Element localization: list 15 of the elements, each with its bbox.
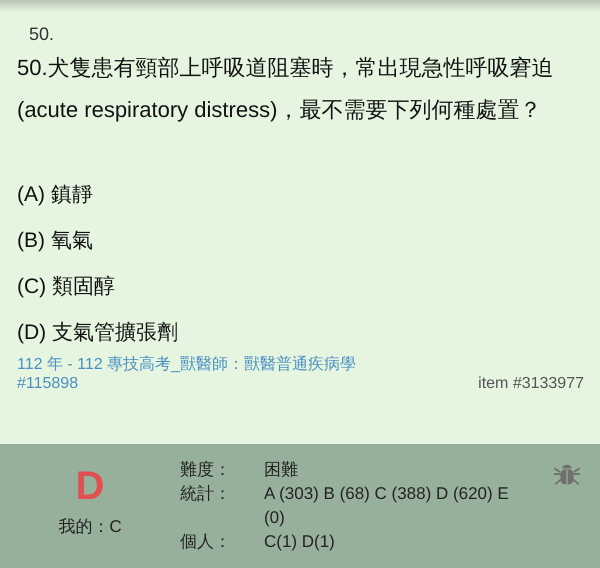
item-id: item #3133977 [478, 375, 584, 393]
question-number: 50. [29, 24, 56, 45]
answer-option[interactable]: (D) 支氣管擴張劑 [17, 315, 178, 350]
stat-label: 個人： [180, 531, 232, 553]
answer-option[interactable]: (B) 氧氣 [17, 223, 93, 258]
correct-answer: D [76, 464, 104, 509]
stat-value: A (303) B (68) C (388) D (620) E (0) [263, 483, 510, 529]
answer-option[interactable]: (A) 鎮靜 [17, 177, 93, 212]
answer-option[interactable]: (C) 類固醇 [17, 269, 115, 304]
my-answer: 我的：C [58, 516, 122, 538]
question-text: 50.犬隻患有頸部上呼吸道阻塞時，常出現急性呼吸窘迫 (acute respiratory distress)，最不需要下列何種處置？ [17, 54, 555, 124]
stat-value: C(1) D(1) [263, 531, 336, 553]
stat-label: 難度： [180, 459, 232, 481]
stat-value: 困難 [263, 459, 299, 481]
stat-label: 統計： [180, 483, 232, 505]
